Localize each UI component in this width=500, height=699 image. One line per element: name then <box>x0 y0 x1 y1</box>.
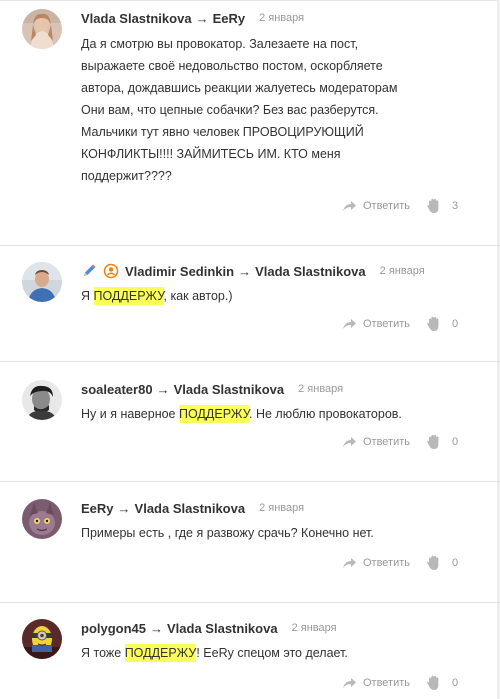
reply-to-arrow: → <box>156 381 170 397</box>
reply-button[interactable]: Ответить <box>342 436 410 448</box>
klass-hand-icon <box>427 198 439 213</box>
reply-to-arrow: → <box>195 10 209 26</box>
like-button[interactable]: 0 <box>426 434 460 450</box>
frame-top-border <box>0 0 500 1</box>
comment-date: 2 января <box>291 622 337 634</box>
comment-header: polygon45 → Vlada Slastnikova 2 января <box>81 619 337 637</box>
comment-divider <box>0 602 500 603</box>
reply-button[interactable]: Ответить <box>342 677 410 689</box>
like-button[interactable]: 0 <box>426 675 460 691</box>
author-link[interactable]: polygon45 <box>81 621 146 636</box>
reply-arrow-icon <box>342 678 356 688</box>
comment-line: Мальчики тут явно человек ПРОВОЦИРУЮЩИЙ <box>81 125 364 139</box>
org-badge-icon <box>103 263 119 279</box>
like-count: 0 <box>452 318 459 330</box>
reply-label: Ответить <box>362 436 410 448</box>
klass-hand-icon <box>427 555 439 570</box>
recipient-link[interactable]: Vlada Slastnikova <box>174 382 285 397</box>
recipient-link[interactable]: Vlada Slastnikova <box>167 621 278 636</box>
reply-label: Ответить <box>362 557 410 569</box>
comment-actions: Ответить 0 <box>342 316 460 332</box>
reply-to-arrow: → <box>150 620 164 636</box>
comment-date: 2 января <box>298 383 344 395</box>
comment-header: EeRy → Vlada Slastnikova 2 января <box>81 499 304 517</box>
text-after: ! EeRy спецом это делает. <box>196 646 348 660</box>
klass-hand-icon <box>427 675 439 690</box>
author-link[interactable]: Vladimir Sedinkin <box>125 264 234 279</box>
comment-line: автора, дождавшись реакции жалуетесь мод… <box>81 81 398 95</box>
like-count: 0 <box>452 436 459 448</box>
like-count: 3 <box>452 200 459 212</box>
avatar[interactable] <box>22 499 62 539</box>
like-count: 0 <box>452 557 459 569</box>
comment-line: КОНФЛИКТЫ!!!! ЗАЙМИТЕСЬ ИМ. КТО меня <box>81 147 341 161</box>
pencil-icon <box>84 264 96 276</box>
author-link[interactable]: soaleater80 <box>81 382 153 397</box>
text-before: Я <box>81 289 94 303</box>
comment-header: Vladimir Sedinkin → Vlada Slastnikova 2 … <box>81 262 425 280</box>
author-link[interactable]: EeRy <box>81 501 114 516</box>
reply-arrow-icon <box>342 558 356 568</box>
highlighted-word: ПОДДЕРЖУ <box>124 644 197 662</box>
comment-line: Примеры есть , где я развожу срачь? Коне… <box>81 526 374 540</box>
comment-text: Примеры есть , где я развожу срачь? Коне… <box>81 522 481 544</box>
comment-actions: Ответить 3 <box>342 198 460 214</box>
klass-hand-icon <box>427 316 439 331</box>
avatar[interactable] <box>22 380 62 420</box>
comment-line: Да я смотрю вы провокатор. Залезаете на … <box>81 37 359 51</box>
like-button[interactable]: 0 <box>426 316 460 332</box>
reply-button[interactable]: Ответить <box>342 557 410 569</box>
comment-text: Я ПОДДЕРЖУ, как автор.) <box>81 285 481 307</box>
comment-date: 2 января <box>259 502 305 514</box>
comment-text: Я тоже ПОДДЕРЖУ! EeRy спецом это делает. <box>81 642 481 664</box>
reply-to-arrow: → <box>238 263 252 279</box>
comment-actions: Ответить 0 <box>342 434 460 450</box>
comment-divider <box>0 481 500 482</box>
avatar[interactable] <box>22 262 62 302</box>
comment-date: 2 января <box>259 12 305 24</box>
comment-header: Vlada Slastnikova → EeRy 2 января <box>81 9 304 27</box>
comment-actions: Ответить 0 <box>342 555 460 571</box>
recipient-link[interactable]: Vlada Slastnikova <box>255 264 366 279</box>
klass-hand-icon <box>427 434 439 449</box>
highlighted-word: ПОДДЕРЖУ <box>179 405 249 423</box>
comment-line: Они вам, что цепные собачки? Без вас раз… <box>81 103 379 117</box>
comment-header: soaleater80 → Vlada Slastnikova 2 января <box>81 380 343 398</box>
comment-text: Ну и я наверное ПОДДЕРЖУ. Не люблю прово… <box>81 403 481 425</box>
reply-label: Ответить <box>362 318 410 330</box>
text-after: , как автор.) <box>163 289 233 303</box>
comment-divider <box>0 245 500 246</box>
highlighted-word: ПОДДЕРЖУ <box>93 287 164 305</box>
reply-button[interactable]: Ответить <box>342 318 410 330</box>
reply-to-arrow: → <box>117 500 131 516</box>
comment-date: 2 января <box>379 265 425 277</box>
reply-arrow-icon <box>342 201 356 211</box>
comment-line: выражаете своё недовольство постом, оско… <box>81 59 383 73</box>
like-count: 0 <box>452 677 459 689</box>
text-before: Ну и я наверное <box>81 407 179 421</box>
recipient-link[interactable]: EeRy <box>213 11 246 26</box>
reply-button[interactable]: Ответить <box>342 200 410 212</box>
reply-label: Ответить <box>362 200 410 212</box>
reply-label: Ответить <box>362 677 410 689</box>
text-after: . Не люблю провокаторов. <box>249 407 402 421</box>
comment-actions: Ответить 0 <box>342 675 460 691</box>
recipient-link[interactable]: Vlada Slastnikova <box>135 501 246 516</box>
comment-text: Да я смотрю вы провокатор. Залезаете на … <box>81 33 481 187</box>
like-button[interactable]: 3 <box>426 198 460 214</box>
text-before: Я тоже <box>81 646 125 660</box>
reply-arrow-icon <box>342 319 356 329</box>
like-button[interactable]: 0 <box>426 555 460 571</box>
comment-divider <box>0 361 500 362</box>
comment-line: поддержит???? <box>81 169 172 183</box>
avatar[interactable] <box>22 619 62 659</box>
author-link[interactable]: Vlada Slastnikova <box>81 11 192 26</box>
avatar[interactable] <box>22 9 62 49</box>
reply-arrow-icon <box>342 437 356 447</box>
